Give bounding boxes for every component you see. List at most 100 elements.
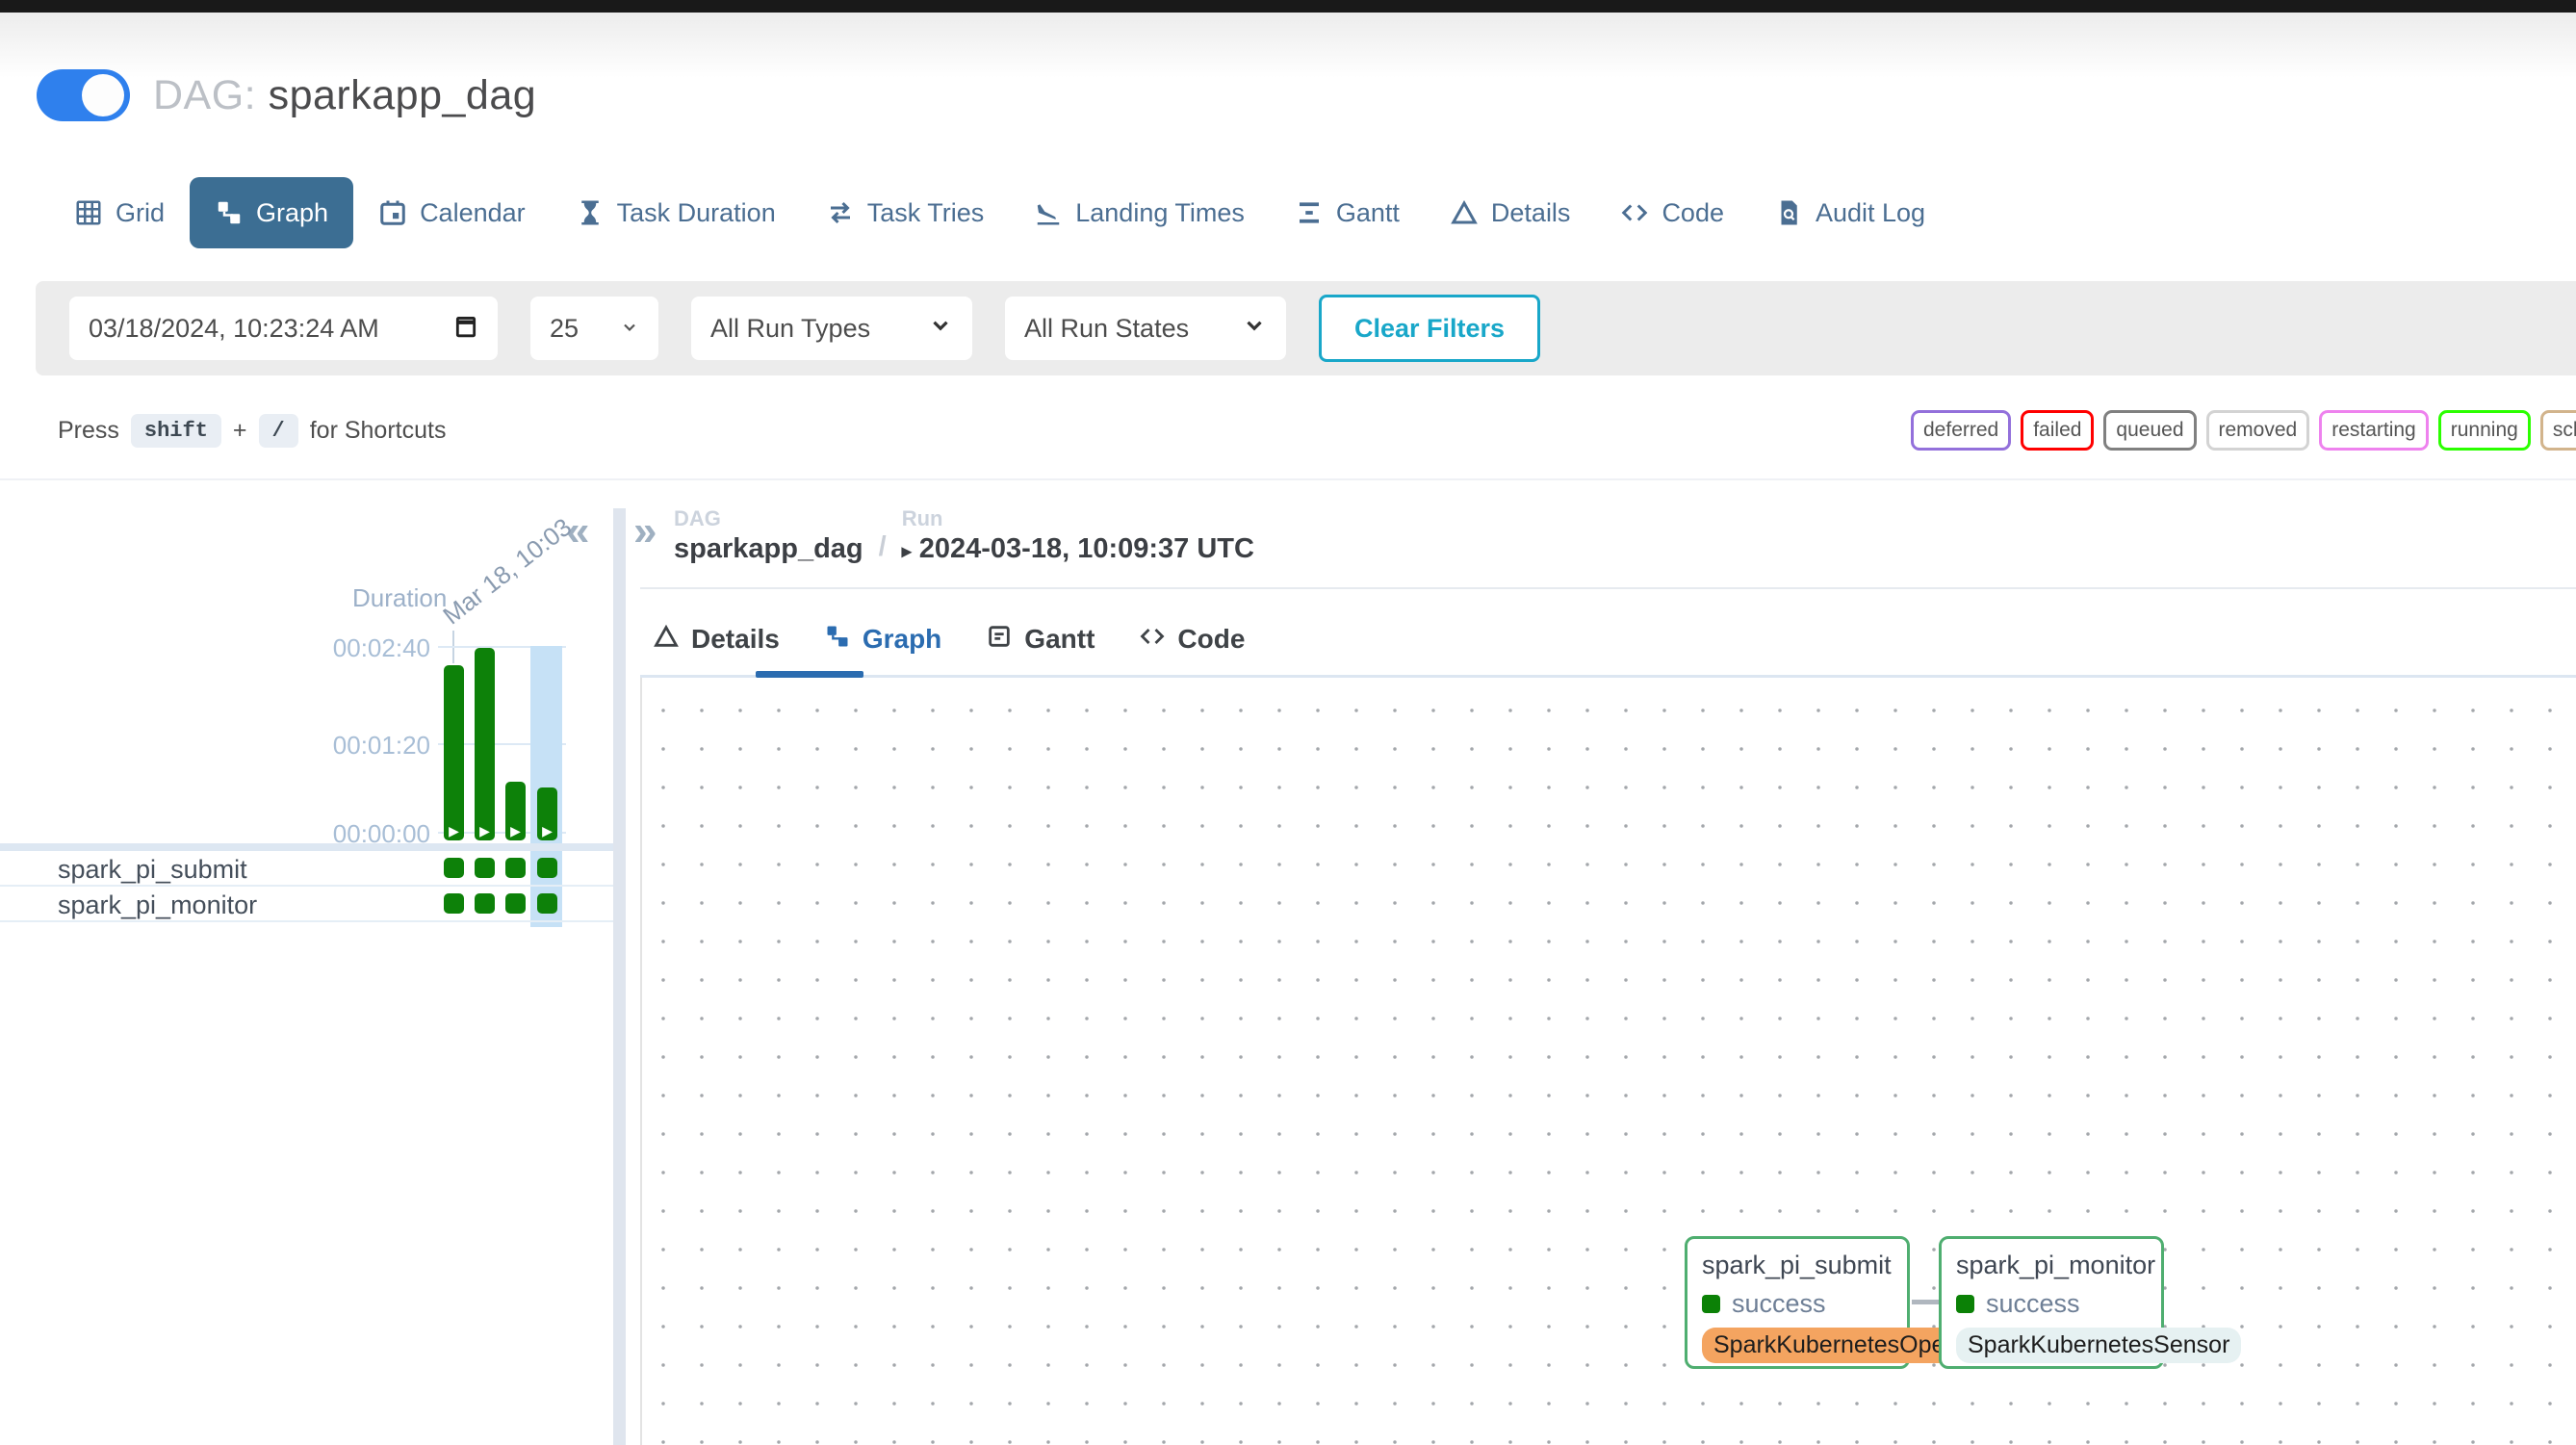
run-types-select[interactable]: All Run Types [691,297,972,360]
tab-label: Task Tries [867,198,985,228]
plus-text: + [233,417,247,445]
slash-key: / [259,414,298,448]
triangle-icon [1450,198,1479,227]
audit-log-icon [1774,198,1803,227]
legend-badge-running[interactable]: running [2438,410,2531,451]
task-instance-success[interactable] [475,893,495,914]
breadcrumb: DAG sparkapp_dag / Run ▸2024-03-18, 10:0… [674,506,1254,565]
shortcuts-hint: Press shift + / for Shortcuts [58,414,446,448]
tab-task-duration[interactable]: Task Duration [551,177,801,248]
success-status-icon [1702,1295,1720,1313]
legend-badge-failed[interactable]: failed [2021,410,2094,451]
run-duration-bar-1[interactable]: ▶ [444,665,464,840]
page-title-prefix: DAG: [153,72,256,118]
run-tab-label: Gantt [1024,624,1095,655]
operator-pill: SparkKubernetesSensor [1956,1328,2241,1363]
success-status-icon [1956,1295,1974,1313]
run-tab-graph[interactable]: Graph [824,623,941,657]
tab-landing-times[interactable]: Landing Times [1009,177,1270,248]
tab-gantt[interactable]: Gantt [1270,177,1425,248]
chevron-down-icon [1242,313,1267,345]
task-instance-success[interactable] [475,858,495,878]
repeat-icon [826,198,855,227]
dag-graph-canvas[interactable]: spark_pi_submit success SparkKubernetesO… [640,678,2576,1445]
tab-calendar[interactable]: Calendar [353,177,551,248]
state-legend: deferred failed queued removed restartin… [1911,410,2576,451]
tab-grid[interactable]: Grid [49,177,190,248]
run-tab-label: Graph [863,624,941,655]
legend-badge-removed[interactable]: removed [2206,410,2310,451]
breadcrumb-dag-id[interactable]: sparkapp_dag [674,533,863,565]
dag-id: sparkapp_dag [269,72,537,118]
breadcrumb-dag: DAG sparkapp_dag [674,506,863,565]
breadcrumb-run-id[interactable]: ▸2024-03-18, 10:09:37 UTC [902,533,1254,565]
breadcrumb-divider [640,587,2576,589]
run-duration-bar-2[interactable]: ▶ [475,648,495,840]
tab-label: Gantt [1336,198,1400,228]
legend-badge-deferred[interactable]: deferred [1911,410,2011,451]
panel-resize-handle[interactable] [613,508,626,1445]
play-icon: ▶ [475,824,495,838]
base-date-value: 03/18/2024, 10:23:24 AM [89,314,379,344]
task-instance-success[interactable] [537,858,557,878]
run-duration-bar-4[interactable]: ▶ [537,787,557,840]
grid-icon [74,198,103,227]
shortcuts-text: Press [58,417,119,445]
task-instance-success[interactable] [505,893,526,914]
run-tab-details[interactable]: Details [653,623,780,657]
tab-code[interactable]: Code [1595,177,1749,248]
shortcuts-text: for Shortcuts [310,417,447,445]
graph-node-spark-pi-monitor[interactable]: spark_pi_monitor success SparkKubernetes… [1939,1236,2164,1369]
graph-node-spark-pi-submit[interactable]: spark_pi_submit success SparkKubernetesO… [1685,1236,1910,1369]
play-icon: ▶ [537,824,557,838]
task-instance-success[interactable] [444,893,464,914]
calendar-icon [378,198,407,227]
caret-right-icon: ▸ [902,541,912,562]
base-date-input[interactable]: 03/18/2024, 10:23:24 AM [69,297,498,360]
tab-label: Code [1662,198,1724,228]
task-row-spark-pi-monitor: spark_pi_monitor [0,887,613,922]
tab-task-tries[interactable]: Task Tries [801,177,1010,248]
tab-label: Audit Log [1816,198,1925,228]
task-name[interactable]: spark_pi_submit [58,855,247,885]
tab-audit-log[interactable]: Audit Log [1749,177,1950,248]
y-tick: 00:01:20 [318,731,430,761]
tab-label: Graph [256,198,328,228]
node-title: spark_pi_submit [1702,1251,1893,1280]
legend-badge-restarting[interactable]: restarting [2319,410,2429,451]
legend-badge-scheduled[interactable]: scheduled [2540,410,2576,451]
hourglass-icon [576,198,605,227]
clear-filters-button[interactable]: Clear Filters [1319,295,1540,362]
page-size-select[interactable]: 25 [530,297,658,360]
header-gradient [0,13,2576,78]
run-duration-bar-3[interactable]: ▶ [505,782,526,840]
code-icon [1139,623,1166,657]
run-states-select[interactable]: All Run States [1005,297,1286,360]
filter-bar: 03/18/2024, 10:23:24 AM 25 All Run Types… [36,281,2576,375]
page-size-value: 25 [550,314,579,344]
tab-label: Grid [116,198,165,228]
tab-details[interactable]: Details [1425,177,1596,248]
task-instance-success[interactable] [505,858,526,878]
legend-badge-queued[interactable]: queued [2103,410,2196,451]
task-instance-success[interactable] [444,858,464,878]
code-icon [1620,198,1649,227]
shift-key: shift [131,414,221,448]
dag-pause-toggle[interactable] [37,69,130,121]
task-instance-success[interactable] [537,893,557,914]
toggle-knob [82,74,124,116]
tab-label: Landing Times [1075,198,1245,228]
tab-graph[interactable]: Graph [190,177,353,248]
y-tick: 00:02:40 [318,633,430,663]
play-icon: ▶ [444,824,464,838]
task-name[interactable]: spark_pi_monitor [58,890,257,920]
run-tab-gantt[interactable]: Gantt [986,623,1095,657]
top-navbar-collapsed [0,0,2576,13]
airflow-dag-page: DAG: sparkapp_dag Grid Graph Calendar Ta… [0,0,2576,1445]
clear-filters-label: Clear Filters [1354,314,1505,344]
expand-panel-icon[interactable]: » [633,510,657,553]
calendar-icon[interactable] [453,311,478,347]
run-tab-code[interactable]: Code [1139,623,1245,657]
page-title: DAG: sparkapp_dag [153,72,536,119]
chevron-down-icon [620,314,639,344]
